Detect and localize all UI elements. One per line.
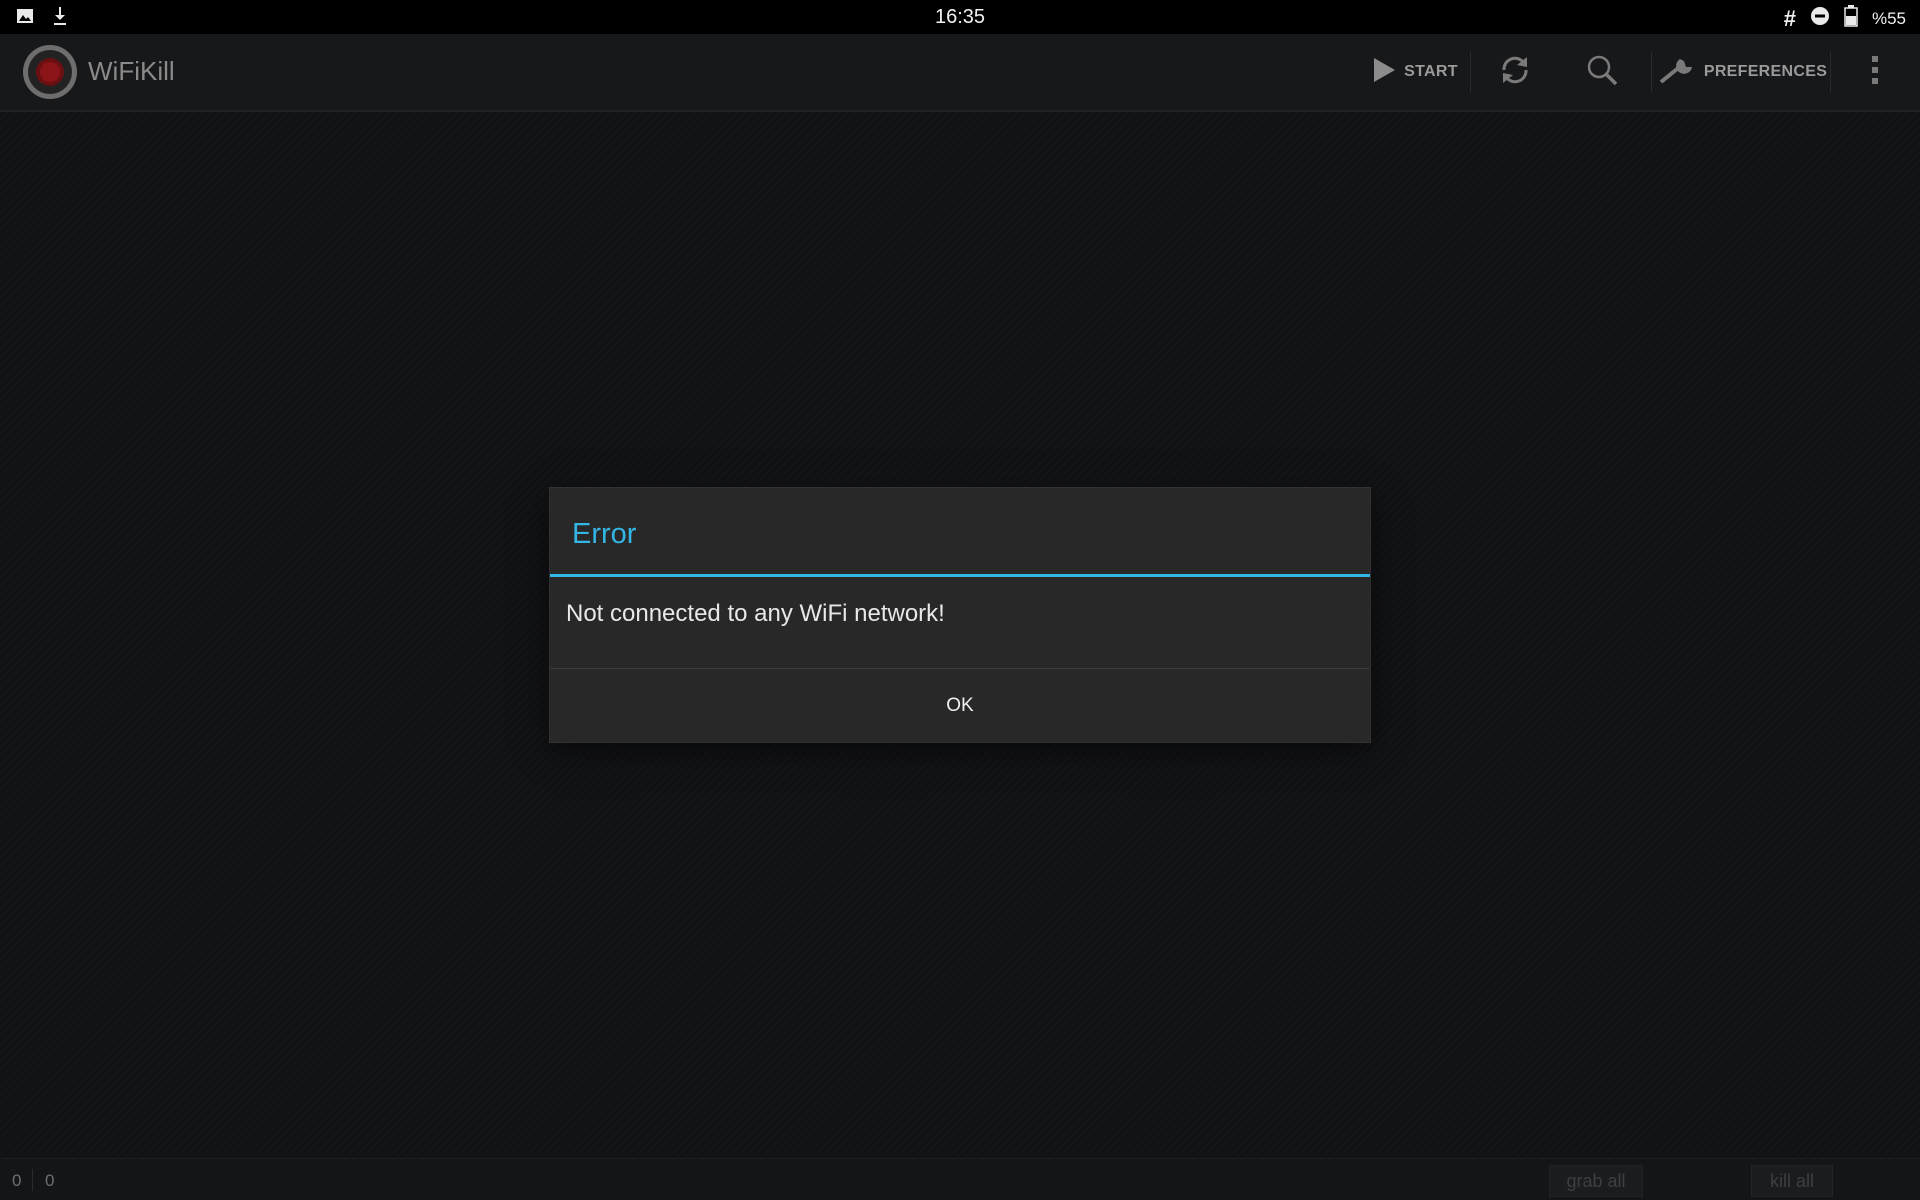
grab-all-button[interactable]: grab all (1549, 1165, 1643, 1197)
hash-icon: # (1783, 5, 1796, 31)
battery-percentage: %55 (1871, 8, 1906, 28)
killed-count: 0 (45, 1171, 55, 1190)
kill-all-button[interactable]: kill all (1751, 1165, 1833, 1197)
action-divider (1830, 52, 1831, 92)
refresh-button[interactable] (1490, 34, 1540, 110)
status-bar: 16:35 # %55 (0, 0, 1920, 34)
app-title: WiFiKill (88, 56, 175, 86)
wrench-icon (1658, 55, 1696, 90)
battery-icon (1844, 5, 1858, 32)
refresh-icon (1498, 53, 1532, 92)
preferences-button[interactable]: PREFERENCES (1658, 34, 1828, 110)
screen: 16:35 # %55 WiFiKill START PREFERENCES E… (0, 0, 1920, 1200)
error-dialog: Error Not connected to any WiFi network!… (550, 488, 1370, 742)
start-label: START (1404, 63, 1458, 80)
search-button[interactable] (1577, 34, 1627, 110)
do-not-disturb-icon (1810, 6, 1830, 31)
overflow-menu-button[interactable] (1855, 34, 1895, 110)
device-count: 0 (12, 1171, 22, 1190)
dialog-title-divider (550, 574, 1370, 577)
preferences-label: PREFERENCES (1703, 63, 1828, 80)
app-logo-icon[interactable] (21, 43, 79, 101)
start-button[interactable]: START (1365, 34, 1465, 110)
action-bar: WiFiKill START PREFERENCES (0, 34, 1920, 112)
search-icon (1586, 54, 1618, 91)
overflow-menu-icon (1871, 54, 1879, 91)
action-divider (1470, 52, 1471, 92)
bottom-bar: 0 0 grab all kill all (0, 1158, 1920, 1200)
status-clock: 16:35 (934, 6, 986, 28)
dialog-message: Not connected to any WiFi network! (566, 600, 945, 627)
play-icon (1372, 57, 1396, 88)
count-divider (32, 1169, 33, 1191)
ok-button[interactable]: OK (550, 669, 1370, 742)
dialog-title: Error (572, 518, 637, 550)
action-divider (1651, 52, 1652, 92)
